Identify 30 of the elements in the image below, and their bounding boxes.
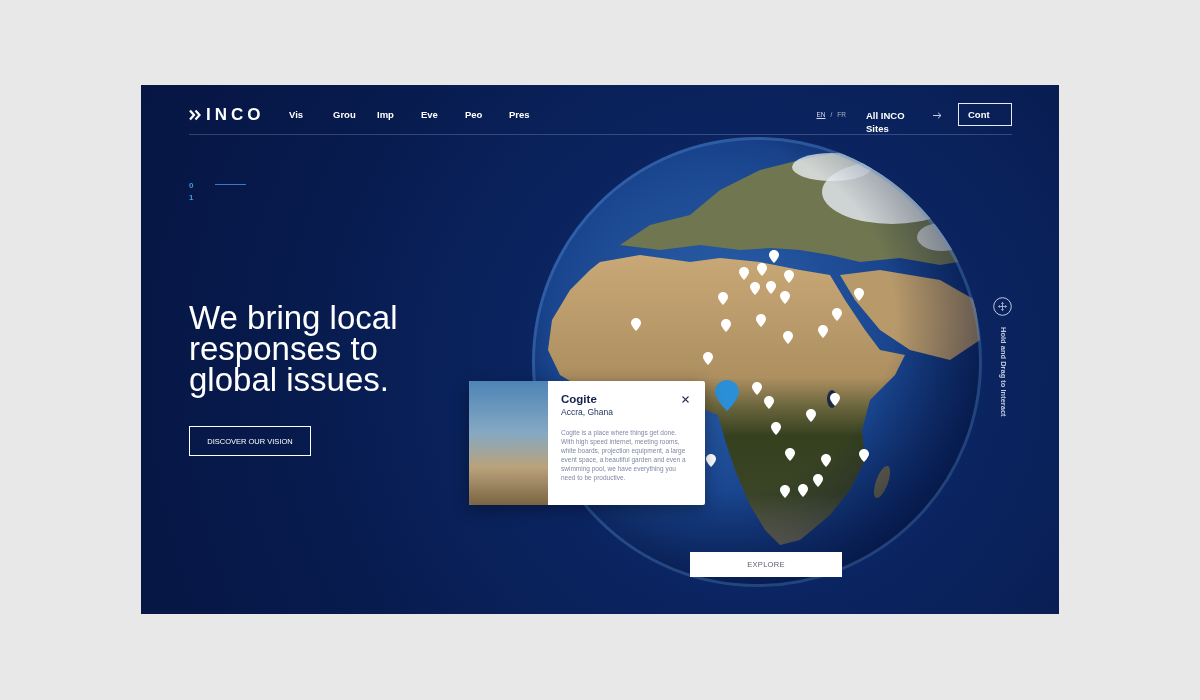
map-pin-icon[interactable]	[764, 395, 774, 409]
map-pin-icon[interactable]	[830, 392, 840, 406]
map-pin-icon[interactable]	[757, 262, 767, 276]
double-chevron-icon	[189, 109, 201, 121]
nav-link[interactable]: Imp	[377, 109, 421, 121]
map-pin-icon[interactable]	[821, 453, 831, 467]
map-pin-icon[interactable]	[859, 448, 869, 462]
map-pin-icon[interactable]	[769, 249, 779, 263]
nav-link[interactable]: Peo	[465, 109, 509, 121]
slide-counter: 01	[189, 180, 194, 204]
sites-link[interactable]: All INCO Sites	[866, 108, 910, 135]
nav-link[interactable]: Eve	[421, 109, 465, 121]
card-location: Accra, Ghana	[561, 406, 614, 418]
slide-indicator-line	[215, 184, 246, 185]
move-icon[interactable]	[993, 297, 1012, 316]
close-icon[interactable]	[682, 395, 689, 403]
map-pin-icon[interactable]	[785, 447, 795, 461]
map-pin-icon[interactable]	[798, 483, 808, 497]
contact-button[interactable]: Cont	[958, 103, 1012, 126]
nav-link[interactable]: Grou	[333, 109, 377, 121]
logo-text[interactable]: INCO	[206, 109, 265, 121]
nav-link[interactable]: Pres	[509, 109, 553, 121]
nav-link[interactable]: Vis	[289, 109, 333, 121]
card-title: Cogite	[561, 392, 597, 406]
map-pin-icon[interactable]	[813, 473, 823, 487]
arrow-right-icon[interactable]	[933, 111, 942, 119]
map-pin-icon[interactable]	[806, 408, 816, 422]
map-pin-icon[interactable]	[706, 453, 716, 467]
map-pin-icon[interactable]	[771, 421, 781, 435]
map-pin-icon[interactable]	[780, 484, 790, 498]
